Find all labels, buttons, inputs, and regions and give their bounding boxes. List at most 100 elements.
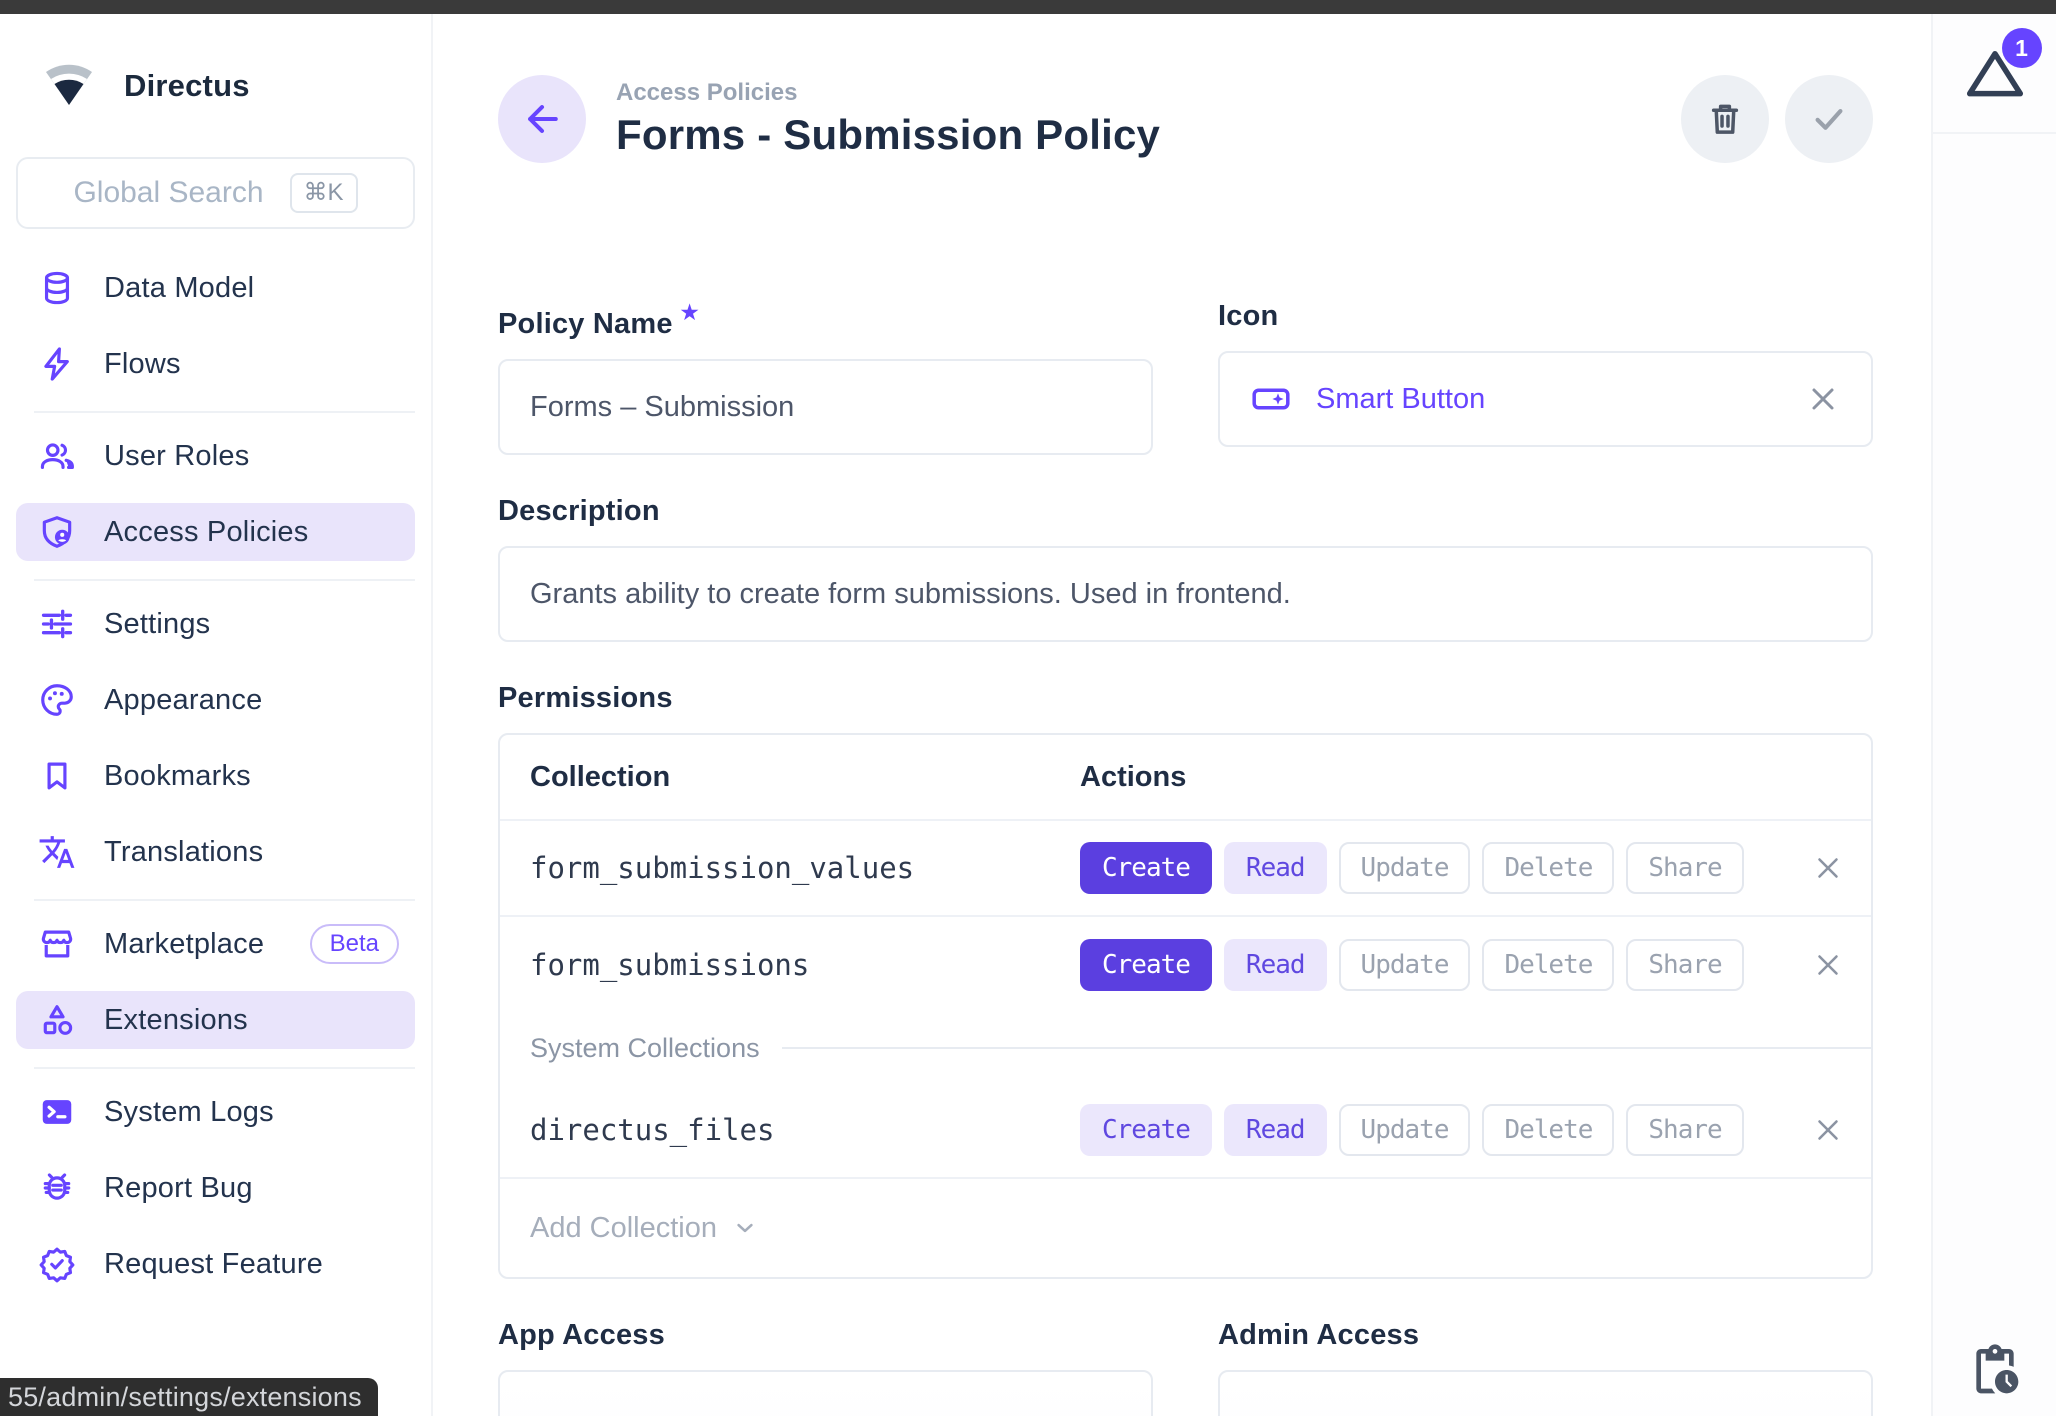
save-button[interactable] — [1785, 75, 1873, 163]
collection-name: directus_files — [500, 1113, 1080, 1147]
policy-name-value: Forms – Submission — [530, 391, 794, 424]
sidebar-item-extensions[interactable]: Extensions — [16, 991, 415, 1049]
arrow-left-icon — [520, 97, 564, 141]
sidebar-item-bookmarks[interactable]: Bookmarks — [16, 747, 415, 805]
verified-icon — [38, 1245, 76, 1283]
nav-divider — [34, 899, 415, 901]
notification-count-badge: 1 — [2002, 28, 2042, 68]
system-collections-label: System Collections — [530, 1033, 760, 1064]
action-chip-create[interactable]: Create — [1080, 939, 1212, 991]
breadcrumb[interactable]: Access Policies — [616, 79, 1160, 107]
admin-access-label: Admin Access — [1218, 1319, 1873, 1352]
permissions-label: Permissions — [498, 682, 1873, 715]
statusbar-url: 55/admin/settings/extensions — [0, 1378, 378, 1416]
permission-row: form_submissions Create Read Update Dele… — [500, 917, 1871, 1013]
action-chip-share[interactable]: Share — [1626, 939, 1743, 991]
action-chip-create[interactable]: Create — [1080, 842, 1212, 894]
global-search-input[interactable]: Global Search ⌘K — [16, 157, 415, 229]
action-chip-read[interactable]: Read — [1224, 1104, 1327, 1156]
notifications-button[interactable]: 1 — [1962, 40, 2028, 106]
palette-icon — [38, 681, 76, 719]
sidebar-item-translations[interactable]: Translations — [16, 823, 415, 881]
storefront-icon — [38, 925, 76, 963]
pending-activity-button[interactable] — [1933, 1342, 2056, 1398]
brand[interactable]: Directus — [0, 14, 431, 113]
sidebar-nav: Data Model Flows User Roles Access Polic… — [0, 229, 431, 1293]
permission-row: directus_files Create Read Update Delete… — [500, 1083, 1871, 1179]
tune-icon — [38, 605, 76, 643]
sidebar-item-flows[interactable]: Flows — [16, 335, 415, 393]
sidebar-item-system-logs[interactable]: System Logs — [16, 1083, 415, 1141]
admin-access-box: Enabled — [1218, 1370, 1873, 1416]
app-access-field: App Access Enabled — [498, 1319, 1153, 1416]
column-header-collection: Collection — [500, 761, 1080, 794]
sidebar-item-request-feature[interactable]: Request Feature — [16, 1235, 415, 1293]
sidebar-item-user-roles[interactable]: User Roles — [16, 427, 415, 485]
action-chip-update[interactable]: Update — [1339, 939, 1471, 991]
remove-row-icon[interactable] — [1811, 948, 1845, 982]
action-chip-update[interactable]: Update — [1339, 1104, 1471, 1156]
action-chip-delete[interactable]: Delete — [1482, 939, 1614, 991]
action-chip-update[interactable]: Update — [1339, 842, 1471, 894]
main-content: Access Policies Forms - Submission Polic… — [433, 14, 1931, 1416]
sidebar-item-label: Access Policies — [104, 516, 308, 549]
sidebar-item-label: Extensions — [104, 1004, 248, 1037]
policy-name-input[interactable]: Forms – Submission — [498, 359, 1153, 455]
trash-icon — [1704, 98, 1746, 140]
sidebar-item-data-model[interactable]: Data Model — [16, 259, 415, 317]
directus-logo-icon — [40, 58, 98, 113]
clear-icon[interactable] — [1805, 381, 1841, 417]
sidebar-item-appearance[interactable]: Appearance — [16, 671, 415, 729]
delete-button[interactable] — [1681, 75, 1769, 163]
collection-name: form_submission_values — [500, 851, 1080, 885]
action-chip-delete[interactable]: Delete — [1482, 1104, 1614, 1156]
admin-access-field: Admin Access Enabled — [1218, 1319, 1873, 1416]
clipboard-clock-icon — [1967, 1342, 2023, 1398]
sidebar-item-report-bug[interactable]: Report Bug — [16, 1159, 415, 1217]
action-chip-share[interactable]: Share — [1626, 842, 1743, 894]
action-chip-delete[interactable]: Delete — [1482, 842, 1614, 894]
sidebar-item-label: User Roles — [104, 440, 249, 473]
icon-input[interactable]: Smart Button — [1218, 351, 1873, 447]
action-chip-share[interactable]: Share — [1626, 1104, 1743, 1156]
add-collection-label: Add Collection — [530, 1212, 717, 1245]
action-chip-create[interactable]: Create — [1080, 1104, 1212, 1156]
bookmark-icon — [38, 757, 76, 795]
remove-row-icon[interactable] — [1811, 1113, 1845, 1147]
back-button[interactable] — [498, 75, 586, 163]
remove-row-icon[interactable] — [1811, 851, 1845, 885]
sidebar-item-marketplace[interactable]: Marketplace Beta — [16, 915, 415, 973]
add-collection-button[interactable]: Add Collection — [500, 1179, 1871, 1277]
sidebar-item-settings[interactable]: Settings — [16, 595, 415, 653]
page-title: Forms - Submission Policy — [616, 111, 1160, 159]
beta-badge: Beta — [310, 924, 399, 964]
divider-line — [782, 1047, 1871, 1049]
sidebar-item-label: Marketplace — [104, 928, 264, 961]
sidebar-item-access-policies[interactable]: Access Policies — [16, 503, 415, 561]
description-field: Description Grants ability to create for… — [498, 495, 1873, 642]
smart-button-icon — [1250, 378, 1292, 420]
required-star-icon: ★ — [681, 302, 699, 324]
action-chip-read[interactable]: Read — [1224, 842, 1327, 894]
shapes-icon — [38, 1001, 76, 1039]
action-chip-read[interactable]: Read — [1224, 939, 1327, 991]
permissions-card: Collection Actions form_submission_value… — [498, 733, 1873, 1279]
sidebar-item-label: Request Feature — [104, 1248, 323, 1281]
window-top-bar — [0, 0, 2056, 14]
search-placeholder: Global Search — [73, 176, 263, 210]
column-header-actions: Actions — [1080, 761, 1186, 794]
nav-divider — [34, 411, 415, 413]
terminal-icon — [38, 1093, 76, 1131]
nav-divider — [34, 579, 415, 581]
collection-name: form_submissions — [500, 948, 1080, 982]
sidebar-item-label: Bookmarks — [104, 760, 251, 793]
description-input[interactable]: Grants ability to create form submission… — [498, 546, 1873, 642]
brand-name: Directus — [124, 68, 250, 104]
sidebar-item-label: System Logs — [104, 1096, 274, 1129]
sidebar-item-label: Translations — [104, 836, 263, 869]
sidebar-item-label: Data Model — [104, 272, 254, 305]
app-access-label: App Access — [498, 1319, 1153, 1352]
right-sidebar: 1 — [1931, 14, 2056, 1416]
bug-icon — [38, 1169, 76, 1207]
sidebar: Directus Global Search ⌘K Data Model Flo… — [0, 14, 433, 1416]
